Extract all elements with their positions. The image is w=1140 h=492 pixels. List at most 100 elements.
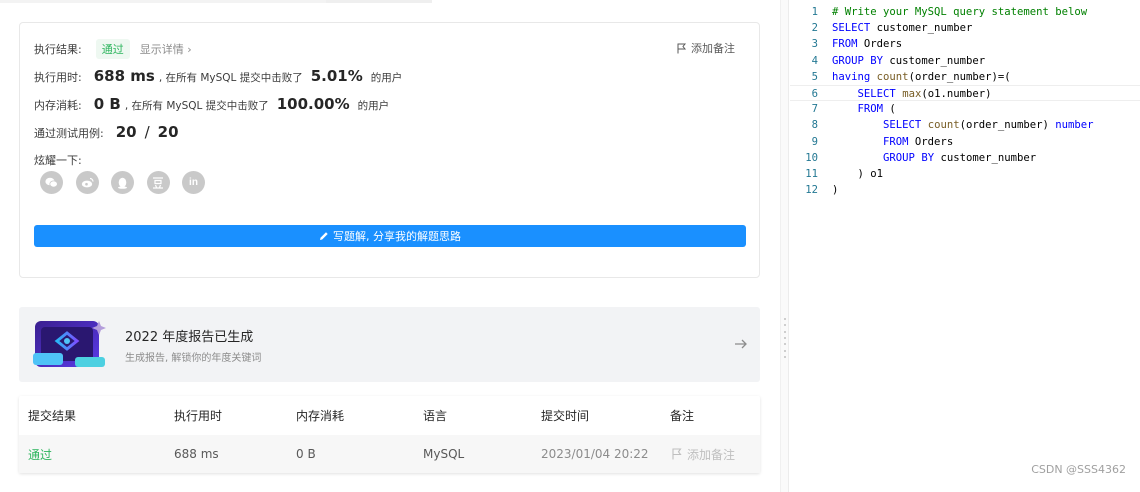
- share-label: 炫耀一下:: [34, 154, 82, 167]
- tests-row: 通过测试用例: 20 / 20: [34, 123, 179, 141]
- runtime-value: 688 ms: [93, 67, 155, 85]
- watermark: CSDN @SSS4362: [1031, 463, 1126, 476]
- linkedin-icon[interactable]: in: [182, 171, 205, 194]
- code-line[interactable]: 12): [790, 182, 1140, 198]
- row-result[interactable]: 通过: [28, 446, 52, 463]
- line-number: 3: [811, 38, 818, 51]
- annual-report-banner[interactable]: 2022 年度报告已生成 生成报告, 解锁你的年度关键词: [19, 307, 760, 382]
- line-number: 5: [811, 70, 818, 83]
- header-submit-time: 提交时间: [541, 408, 590, 423]
- pane-splitter[interactable]: [780, 0, 789, 492]
- code-editor[interactable]: 1 # Write your MySQL query statement belo…: [790, 0, 1140, 492]
- code-line[interactable]: 9 FROM Orders: [790, 134, 1140, 150]
- code-line[interactable]: 4 GROUP BY customer_number: [790, 53, 1140, 69]
- wechat-icon[interactable]: [40, 171, 63, 194]
- code-line[interactable]: 2 SELECT customer_number: [790, 20, 1140, 36]
- memory-value: 0 B: [93, 95, 121, 113]
- memory-label: 内存消耗:: [34, 99, 82, 112]
- code-text[interactable]: SELECT customer_number: [832, 20, 972, 36]
- code-text[interactable]: # Write your MySQL query statement below: [832, 4, 1087, 20]
- code-line[interactable]: 8 SELECT count(order_number) number: [790, 117, 1140, 133]
- code-text[interactable]: FROM (: [832, 101, 896, 117]
- flag-icon: [672, 448, 682, 460]
- row-add-note-label: 添加备注: [687, 447, 736, 462]
- code-text[interactable]: FROM Orders: [832, 36, 902, 52]
- code-line[interactable]: 7 FROM (: [790, 101, 1140, 117]
- runtime-row: 执行用时: 688 ms , 在所有 MySQL 提交中击败了 5.01% 的用…: [34, 67, 402, 85]
- add-note-label: 添加备注: [691, 42, 735, 55]
- line-number: 2: [811, 22, 818, 35]
- memory-percent: 100.00%: [276, 95, 350, 113]
- line-number: 4: [811, 54, 818, 67]
- code-line[interactable]: 5 having count(order_number)=(: [790, 69, 1140, 85]
- status-badge: 通过: [95, 39, 130, 59]
- report-subtitle: 生成报告, 解锁你的年度关键词: [125, 353, 262, 364]
- header-language: 语言: [423, 408, 448, 423]
- line-number: 12: [805, 184, 818, 197]
- submission-history-table: 提交结果 执行用时 内存消耗 语言 提交时间 备注 通过 688 ms 0 B …: [19, 396, 760, 473]
- runtime-label: 执行用时:: [34, 71, 82, 84]
- memory-row: 内存消耗: 0 B , 在所有 MySQL 提交中击败了 100.00% 的用户: [34, 95, 389, 113]
- header-memory: 内存消耗: [296, 408, 345, 423]
- runtime-percent: 5.01%: [310, 67, 363, 85]
- drag-handle-icon[interactable]: [784, 318, 786, 358]
- code-line[interactable]: 3 FROM Orders: [790, 36, 1140, 52]
- row-language: MySQL: [423, 447, 465, 461]
- runtime-tail: 的用户: [370, 72, 403, 84]
- write-solution-label: 写题解, 分享我的解题思路: [333, 230, 461, 243]
- header-result: 提交结果: [28, 408, 77, 423]
- code-line[interactable]: 1 # Write your MySQL query statement belo…: [790, 4, 1140, 20]
- tab-bar-edge: [0, 0, 326, 3]
- runtime-beat-text: , 在所有 MySQL 提交中击败了: [158, 72, 303, 84]
- write-solution-button[interactable]: 写题解, 分享我的解题思路: [34, 225, 746, 247]
- memory-tail: 的用户: [357, 100, 390, 112]
- code-text[interactable]: FROM Orders: [832, 134, 953, 150]
- code-text[interactable]: GROUP BY customer_number: [832, 150, 1036, 166]
- code-text[interactable]: ) o1: [832, 166, 884, 182]
- header-note: 备注: [670, 408, 695, 423]
- tests-separator: /: [144, 123, 150, 141]
- line-number: 6: [811, 88, 818, 100]
- chevron-right-icon: ›: [187, 43, 192, 56]
- share-row: 炫耀一下:: [34, 152, 82, 168]
- pencil-icon: [320, 232, 328, 240]
- code-line[interactable]: 11 ) o1: [790, 166, 1140, 182]
- row-memory: 0 B: [296, 447, 316, 461]
- show-details-link[interactable]: 显示详情 ›: [140, 41, 192, 57]
- tests-passed: 20: [115, 123, 137, 141]
- line-number: 7: [811, 103, 818, 116]
- tests-total: 20: [157, 123, 179, 141]
- report-title: 2022 年度报告已生成: [125, 330, 254, 345]
- row-submit-time: 2023/01/04 20:22: [541, 447, 649, 461]
- status-row: 执行结果: 通过 显示详情 ›: [34, 39, 192, 59]
- result-card: 执行结果: 通过 显示详情 › 添加备注 执行用时: 688 ms , 在所有 …: [19, 22, 760, 278]
- arrow-right-icon[interactable]: [734, 337, 748, 351]
- memory-beat-text: , 在所有 MySQL 提交中击败了: [124, 100, 269, 112]
- qq-icon[interactable]: [111, 171, 134, 194]
- tests-label: 通过测试用例:: [34, 127, 104, 140]
- line-number: 11: [805, 168, 818, 180]
- douban-icon[interactable]: [146, 171, 170, 194]
- line-number: 8: [811, 119, 818, 132]
- code-text[interactable]: ): [832, 182, 838, 198]
- weibo-icon[interactable]: [75, 171, 99, 194]
- line-number: 9: [811, 135, 818, 148]
- line-number: 10: [805, 151, 818, 164]
- add-note-button[interactable]: 添加备注: [677, 40, 735, 56]
- row-add-note-button[interactable]: 添加备注: [672, 446, 735, 463]
- share-icons: in: [40, 171, 218, 194]
- code-text[interactable]: SELECT count(order_number) number: [832, 117, 1094, 133]
- code-text[interactable]: GROUP BY customer_number: [832, 53, 985, 69]
- code-line[interactable]: 6 SELECT max(o1.number): [790, 85, 1140, 101]
- table-row[interactable]: 通过 688 ms 0 B MySQL 2023/01/04 20:22 添加备…: [19, 435, 760, 473]
- code-text[interactable]: having count(order_number)=(: [832, 69, 1011, 85]
- table-header: 提交结果 执行用时 内存消耗 语言 提交时间 备注: [19, 396, 760, 434]
- code-text[interactable]: SELECT max(o1.number): [832, 86, 992, 102]
- line-number: 1: [811, 6, 818, 18]
- header-runtime: 执行用时: [174, 408, 223, 423]
- flag-icon: [677, 43, 687, 53]
- submission-panel: 执行结果: 通过 显示详情 › 添加备注 执行用时: 688 ms , 在所有 …: [0, 0, 780, 492]
- code-line[interactable]: 10 GROUP BY customer_number: [790, 150, 1140, 166]
- annual-report-illustration: [33, 321, 106, 367]
- status-label: 执行结果:: [34, 43, 82, 56]
